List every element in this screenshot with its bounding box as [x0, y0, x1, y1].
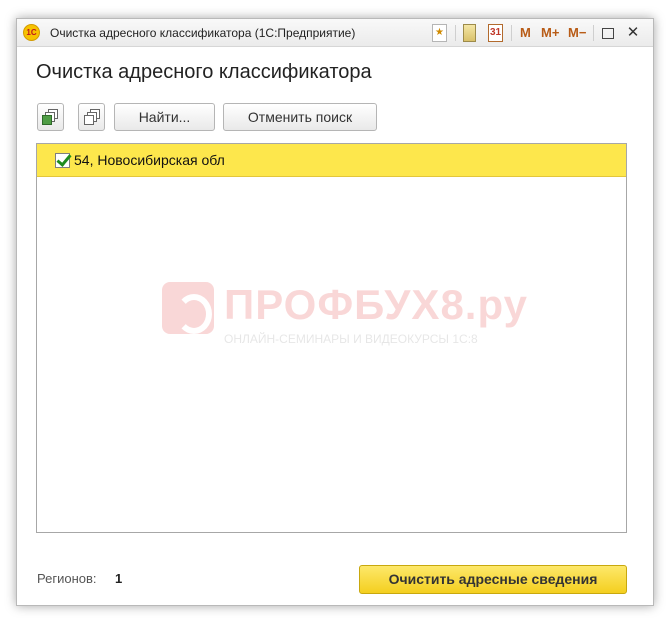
watermark-logo-icon — [162, 282, 214, 334]
watermark: ПРОФБУХ8.ру ОНЛАЙН-СЕМИНАРЫ И ВИДЕОКУРСЫ… — [162, 282, 562, 352]
title-bar: 1С Очистка адресного классификатора (1С:… — [17, 19, 653, 47]
row-checkbox[interactable] — [55, 153, 70, 168]
app-logo-icon[interactable]: 1С — [23, 24, 40, 41]
check-all-button[interactable] — [37, 103, 64, 131]
close-icon[interactable]: ✕ — [625, 24, 641, 42]
titlebar-separator — [455, 25, 456, 41]
regions-count: 1 — [115, 571, 123, 586]
watermark-tagline: ОНЛАЙН-СЕМИНАРЫ И ВИДЕОКУРСЫ 1С:8 — [224, 332, 478, 346]
regions-label: Регионов: — [37, 571, 97, 586]
memory-plus-button[interactable]: M+ — [541, 24, 559, 42]
window-title: Очистка адресного классификатора (1С:Пре… — [50, 26, 356, 40]
titlebar-separator — [511, 25, 512, 41]
list-item-label: 54, Новосибирская обл — [74, 152, 225, 168]
titlebar-separator — [593, 25, 594, 41]
uncheck-all-button[interactable] — [78, 103, 105, 131]
watermark-name: ПРОФБУХ8.ру — [224, 281, 528, 328]
memory-button[interactable]: M — [520, 24, 531, 42]
dialog-window: 1С Очистка адресного классификатора (1С:… — [16, 18, 654, 606]
clear-address-data-button[interactable]: Очистить адресные сведения — [359, 565, 627, 594]
memory-minus-button[interactable]: M− — [568, 24, 586, 42]
calculator-icon[interactable] — [463, 24, 476, 42]
find-button[interactable]: Найти... — [114, 103, 215, 131]
restore-icon[interactable] — [602, 28, 614, 39]
calendar-icon[interactable]: 31 — [488, 24, 503, 42]
star-icon[interactable]: ★ — [432, 24, 447, 42]
form-title: Очистка адресного классификатора — [36, 61, 372, 83]
cancel-search-button[interactable]: Отменить поиск — [223, 103, 377, 131]
region-list[interactable]: 54, Новосибирская обл ПРОФБУХ8.ру ОНЛАЙН… — [36, 143, 627, 533]
list-item[interactable]: 54, Новосибирская обл — [37, 144, 626, 177]
